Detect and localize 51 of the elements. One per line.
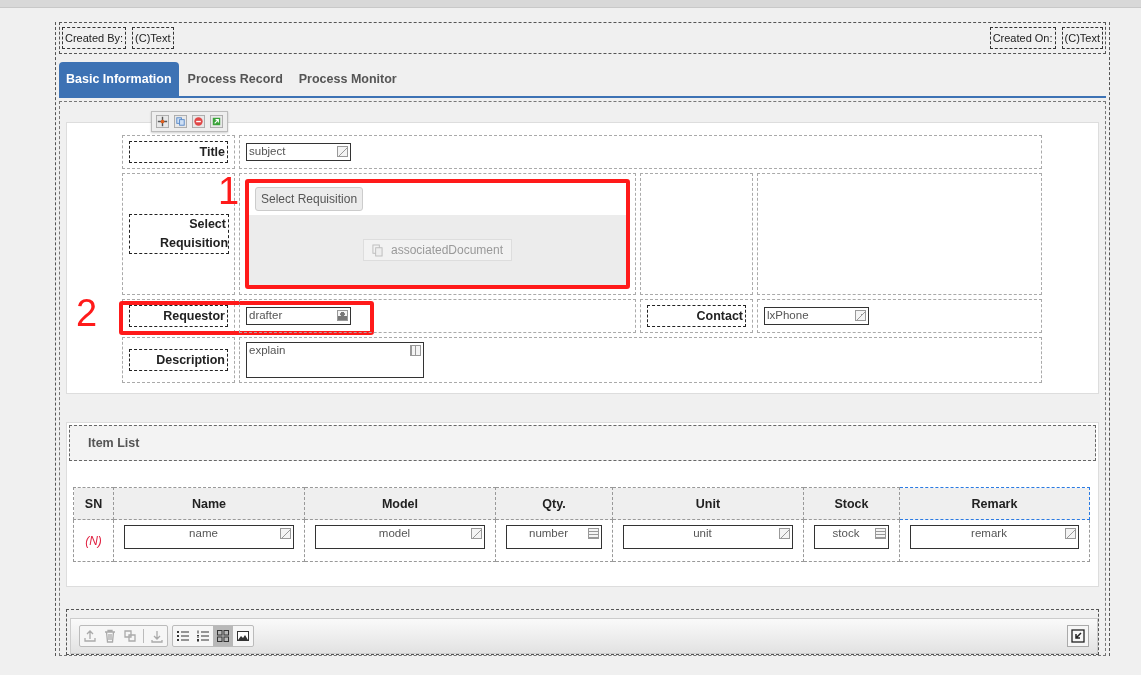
tab[interactable]: Basic Information: [59, 62, 179, 96]
documents-icon: [371, 243, 383, 257]
column-header[interactable]: Qty.: [495, 487, 613, 520]
person-icon: [337, 310, 348, 321]
input-field[interactable]: remark: [910, 525, 1079, 549]
edit-icon: [471, 528, 482, 539]
field-label: Select Requisition: [129, 214, 229, 254]
section-title: Item List: [88, 436, 140, 450]
input-field[interactable]: model: [315, 525, 485, 549]
created-by-value: (C)Text: [132, 27, 174, 49]
field-label: Description: [129, 349, 228, 371]
text-area-icon: [410, 345, 421, 356]
tab[interactable]: Process Record: [180, 62, 290, 96]
column-header[interactable]: Unit: [612, 487, 804, 520]
input-field[interactable]: stock: [814, 525, 889, 549]
text-area[interactable]: explain: [246, 342, 424, 378]
edit-icon: [779, 528, 790, 539]
edit-icon: [855, 310, 866, 321]
collapse-icon[interactable]: [1067, 625, 1089, 647]
field-label: Contact: [647, 305, 746, 327]
move-icon[interactable]: [156, 115, 169, 128]
created-on-value: (C)Text: [1061, 27, 1103, 49]
column-header[interactable]: Model: [304, 487, 496, 520]
column-header[interactable]: SN: [73, 487, 114, 520]
input-field[interactable]: drafter: [246, 307, 351, 325]
field-label: Title: [129, 141, 228, 163]
edit-icon: [280, 528, 291, 539]
edit-icon: [1065, 528, 1076, 539]
input-field[interactable]: unit: [623, 525, 793, 549]
row-number-cell: (N): [73, 519, 114, 562]
delete-icon[interactable]: [192, 115, 205, 128]
input-field[interactable]: lxPhone: [764, 307, 869, 325]
column-header[interactable]: Stock: [803, 487, 900, 520]
grid-icon[interactable]: [213, 626, 233, 646]
created-on-label: Created On:: [989, 27, 1056, 49]
created-by-label: Created By:: [62, 27, 127, 49]
select-requisition-button[interactable]: Select Requisition: [255, 187, 364, 211]
input-field[interactable]: name: [124, 525, 294, 549]
field-label: Requestor: [129, 305, 228, 327]
input-field[interactable]: number: [506, 525, 602, 549]
edit-icon: [337, 146, 348, 157]
annotation-number: 2: [76, 294, 98, 332]
number-icon: [875, 528, 886, 539]
number-icon: [588, 528, 599, 539]
export-icon[interactable]: [210, 115, 223, 128]
input-field[interactable]: subject: [246, 143, 351, 161]
annotation-number: 1: [218, 172, 240, 210]
column-header[interactable]: Remark: [899, 487, 1090, 520]
column-header[interactable]: Name: [113, 487, 305, 520]
tab[interactable]: Process Monitor: [291, 62, 404, 96]
copy-icon[interactable]: [174, 115, 187, 128]
